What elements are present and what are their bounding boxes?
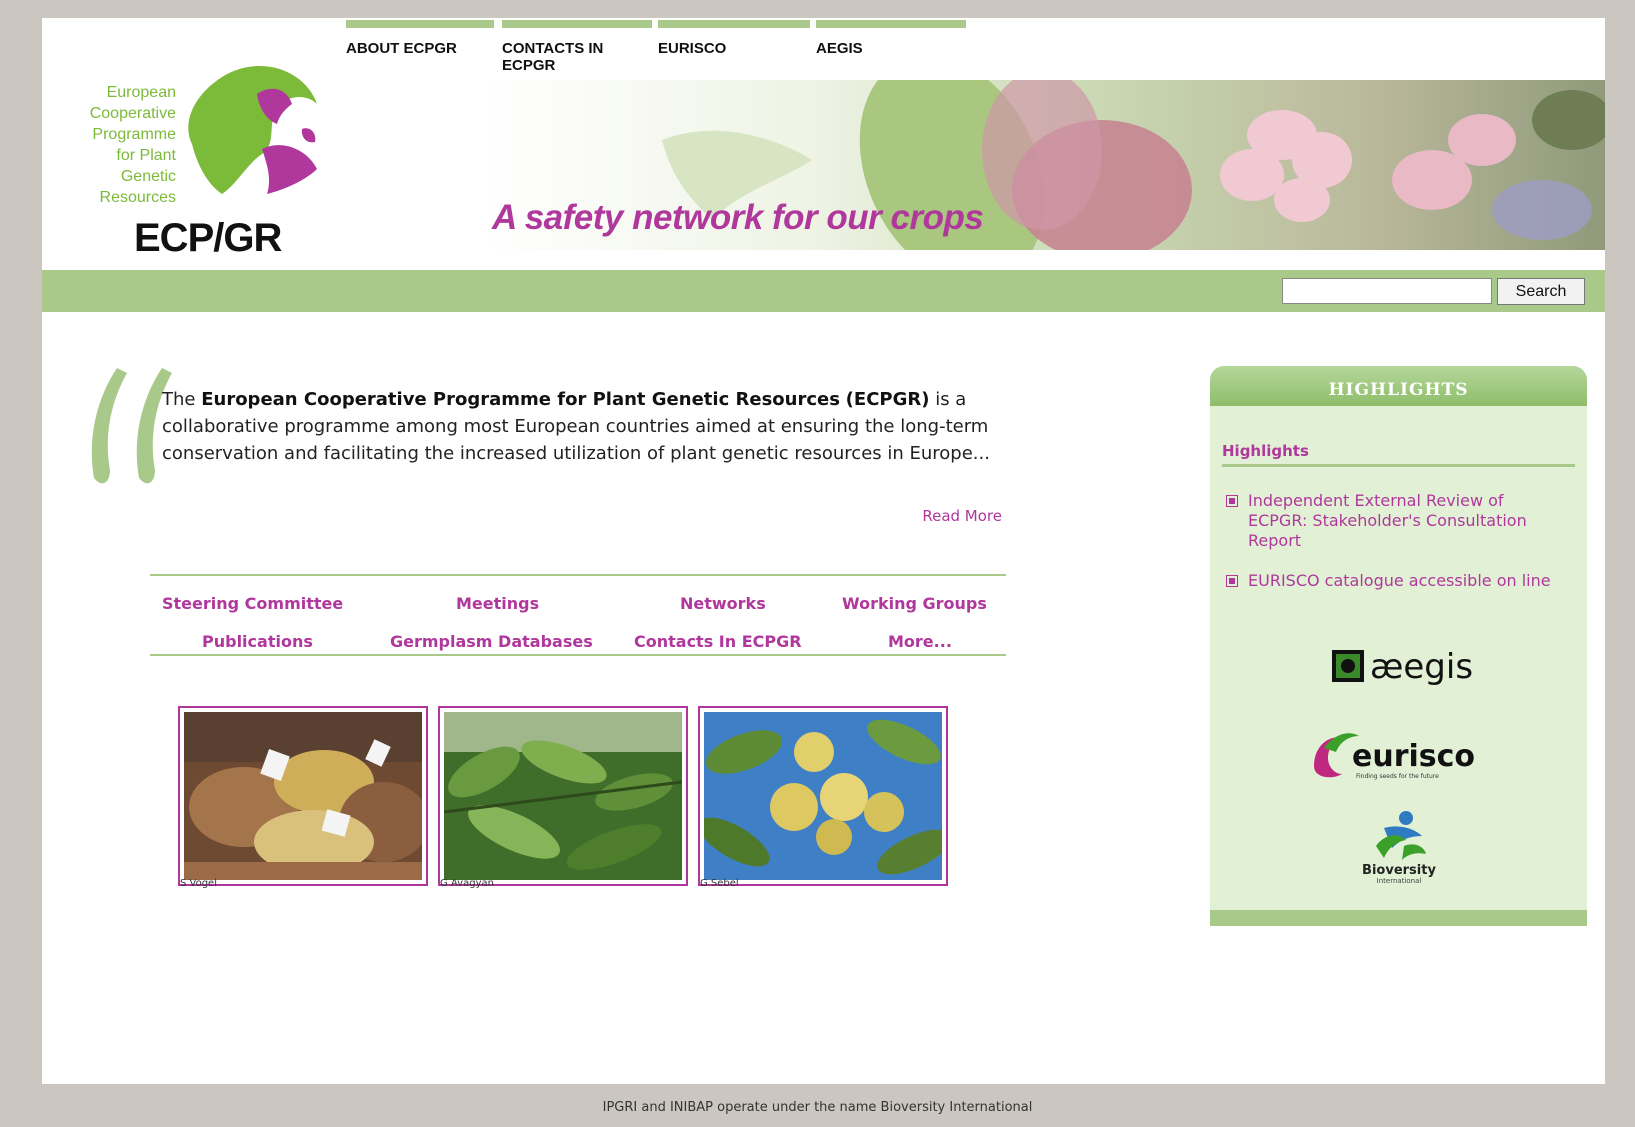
sidebar-footer-bar xyxy=(1210,910,1587,926)
intro-program-name: European Cooperative Programme for Plant… xyxy=(201,389,840,410)
quote-mark-icon xyxy=(91,368,172,484)
intro-text: The European Cooperative Programme for P… xyxy=(162,386,1022,467)
highlight-link[interactable]: EURISCO catalogue accessible on line xyxy=(1248,571,1551,590)
logo-line: Genetic xyxy=(120,168,176,185)
link-germplasm-databases[interactable]: Germplasm Databases xyxy=(390,632,593,651)
list-item: Independent External Review of ECPGR: St… xyxy=(1226,491,1567,551)
nav-indicator xyxy=(658,20,810,28)
sidebar-header: HIGHLIGHTS xyxy=(1210,366,1587,406)
logo-line: European xyxy=(106,84,176,101)
read-more-link[interactable]: Read More xyxy=(902,507,1002,525)
potatoes-photo xyxy=(184,712,422,880)
nav-link-contacts[interactable]: CONTACTS IN ECPGR xyxy=(502,40,622,74)
ecpgr-logo[interactable]: European Cooperative Programme for Plant… xyxy=(42,34,342,274)
bioversity-tagline: International xyxy=(1376,877,1421,885)
link-steering-committee[interactable]: Steering Committee xyxy=(162,594,343,613)
footer-text: IPGRI and INIBAP operate under the name … xyxy=(602,1100,1033,1115)
intro-prefix: The xyxy=(162,389,202,410)
eurisco-logo-icon: eurisco Finding seeds for the future xyxy=(1313,733,1475,780)
photo-apples[interactable] xyxy=(698,706,948,886)
top-nav: ABOUT ECPGR CONTACTS IN ECPGR EURISCO AE… xyxy=(346,20,996,80)
nav-link-about[interactable]: ABOUT ECPGR xyxy=(346,40,494,57)
page-container: ABOUT ECPGR CONTACTS IN ECPGR EURISCO AE… xyxy=(42,18,1605,1084)
logo-fullname: European Cooperative Programme for Plant… xyxy=(58,82,176,208)
logo-line: Cooperative xyxy=(89,105,176,122)
search-input[interactable] xyxy=(1282,278,1492,304)
highlights-list: Independent External Review of ECPGR: St… xyxy=(1210,491,1587,591)
eurisco-logo[interactable]: eurisco Finding seeds for the future xyxy=(1210,726,1587,790)
bioversity-wordmark: Bioversity xyxy=(1362,863,1436,878)
nav-item-eurisco[interactable]: EURISCO xyxy=(658,20,810,78)
sidebar-subheader: Highlights xyxy=(1222,442,1575,467)
leaves-photo xyxy=(444,712,682,880)
nav-item-aegis[interactable]: AEGIS xyxy=(816,20,966,78)
eurisco-tagline: Finding seeds for the future xyxy=(1356,773,1439,780)
logo-line: Programme xyxy=(92,126,176,143)
link-publications[interactable]: Publications xyxy=(202,632,313,651)
photo-leaves[interactable] xyxy=(438,706,688,886)
aegis-wordmark: æegis xyxy=(1370,647,1473,687)
highlight-link[interactable]: Independent External Review of ECPGR: St… xyxy=(1248,491,1527,550)
link-working-groups[interactable]: Working Groups xyxy=(842,594,987,613)
nav-indicator xyxy=(346,20,494,28)
apples-photo xyxy=(704,712,942,880)
logo-line: Resources xyxy=(99,189,176,206)
nav-indicator xyxy=(502,20,652,28)
nav-link-aegis[interactable]: AEGIS xyxy=(816,40,966,57)
nav-item-about[interactable]: ABOUT ECPGR xyxy=(346,20,494,78)
eurisco-wordmark: eurisco xyxy=(1352,739,1475,774)
photo-caption: S Vogel xyxy=(180,878,217,889)
nav-indicator xyxy=(816,20,966,28)
banner-tagline: A safety network for our crops xyxy=(492,198,984,237)
link-more[interactable]: More... xyxy=(888,632,952,651)
link-meetings[interactable]: Meetings xyxy=(456,594,539,613)
photo-caption: G Avagyan xyxy=(440,878,494,889)
photo-caption: G Sebel xyxy=(700,878,739,889)
link-contacts-in-ecpgr[interactable]: Contacts In ECPGR xyxy=(634,632,802,651)
europe-map-logo-icon xyxy=(188,65,317,194)
logo-line: for Plant xyxy=(116,147,176,164)
bullet-icon xyxy=(1226,575,1238,587)
bioversity-logo[interactable]: Bioversity International xyxy=(1210,806,1587,890)
intro-program-abbr: (ECPGR) xyxy=(845,389,930,410)
link-networks[interactable]: Networks xyxy=(680,594,766,613)
bullet-icon xyxy=(1226,495,1238,507)
aegis-logo-icon: æegis xyxy=(1331,647,1473,687)
logo-abbr: ECP/GR xyxy=(134,216,282,260)
bioversity-logo-icon: Bioversity International xyxy=(1362,811,1436,885)
highlights-sidebar: HIGHLIGHTS Highlights Independent Extern… xyxy=(1210,366,1587,926)
nav-item-contacts[interactable]: CONTACTS IN ECPGR xyxy=(502,20,652,78)
list-item: EURISCO catalogue accessible on line xyxy=(1226,571,1567,591)
photo-potatoes[interactable] xyxy=(178,706,428,886)
aegis-logo[interactable]: æegis xyxy=(1210,638,1587,698)
search-button[interactable]: Search xyxy=(1497,278,1585,305)
quick-links: Steering Committee Meetings Networks Wor… xyxy=(150,574,1006,656)
nav-link-eurisco[interactable]: EURISCO xyxy=(658,40,810,57)
